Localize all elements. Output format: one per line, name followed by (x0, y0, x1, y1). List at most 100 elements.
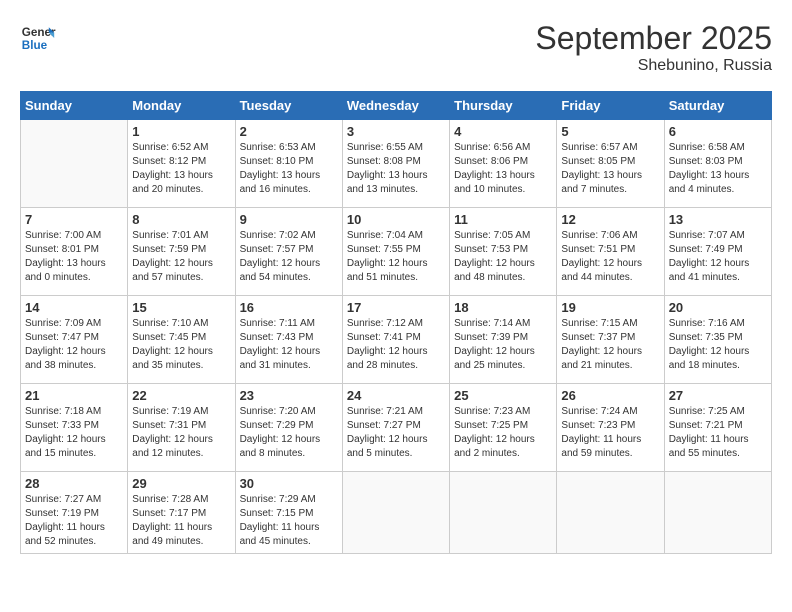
calendar-cell: 27 Sunrise: 7:25 AMSunset: 7:21 PMDayligh… (664, 384, 771, 472)
day-header-sunday: Sunday (21, 92, 128, 120)
cell-details: Sunrise: 7:16 AMSunset: 7:35 PMDaylight:… (669, 317, 767, 373)
cell-details: Sunrise: 7:19 AMSunset: 7:31 PMDaylight:… (132, 405, 230, 461)
day-number: 7 (25, 212, 123, 227)
svg-text:Blue: Blue (22, 39, 48, 52)
calendar-cell: 17Sunrise: 7:12 AMSunset: 7:41 PMDayligh… (342, 296, 449, 384)
day-number: 3 (347, 124, 445, 139)
calendar-cell: 16 Sunrise: 7:11 AMSunset: 7:43 PMDayligh… (235, 296, 342, 384)
cell-details: Sunrise: 6:53 AMSunset: 8:10 PMDaylight:… (240, 141, 338, 197)
day-number: 1 (132, 124, 230, 139)
calendar-week-row: 14 Sunrise: 7:09 AMSunset: 7:47 PMDayligh… (21, 296, 772, 384)
cell-details: Sunrise: 7:25 AMSunset: 7:21 PMDaylight:… (669, 405, 767, 461)
day-number: 22 (132, 388, 230, 403)
calendar-cell (664, 472, 771, 554)
cell-details: Sunrise: 7:14 AMSunset: 7:39 PMDaylight:… (454, 317, 552, 373)
cell-details: Sunrise: 7:20 AMSunset: 7:29 PMDaylight:… (240, 405, 338, 461)
day-number: 6 (669, 124, 767, 139)
calendar-cell: 14 Sunrise: 7:09 AMSunset: 7:47 PMDayligh… (21, 296, 128, 384)
day-number: 24 (347, 388, 445, 403)
day-header-friday: Friday (557, 92, 664, 120)
calendar-cell: 20 Sunrise: 7:16 AMSunset: 7:35 PMDayligh… (664, 296, 771, 384)
cell-details: Sunrise: 7:29 AMSunset: 7:15 PMDaylight:… (240, 493, 338, 549)
cell-details: Sunrise: 7:05 AMSunset: 7:53 PMDaylight:… (454, 229, 552, 285)
day-number: 28 (25, 476, 123, 491)
cell-details: Sunrise: 7:06 AMSunset: 7:51 PMDaylight:… (561, 229, 659, 285)
day-number: 9 (240, 212, 338, 227)
calendar-week-row: 7Sunrise: 7:00 AMSunset: 8:01 PMDaylight… (21, 208, 772, 296)
day-number: 20 (669, 300, 767, 315)
calendar-cell: 28 Sunrise: 7:27 AMSunset: 7:19 PMDayligh… (21, 472, 128, 554)
calendar-cell: 25Sunrise: 7:23 AMSunset: 7:25 PMDayligh… (450, 384, 557, 472)
page-header: General Blue September 2025 Shebunino, R… (20, 20, 772, 75)
calendar-cell: 24 Sunrise: 7:21 AMSunset: 7:27 PMDayligh… (342, 384, 449, 472)
cell-details: Sunrise: 7:11 AMSunset: 7:43 PMDaylight:… (240, 317, 338, 373)
day-number: 14 (25, 300, 123, 315)
cell-details: Sunrise: 7:07 AMSunset: 7:49 PMDaylight:… (669, 229, 767, 285)
day-number: 29 (132, 476, 230, 491)
calendar-week-row: 21Sunrise: 7:18 AMSunset: 7:33 PMDayligh… (21, 384, 772, 472)
cell-details: Sunrise: 7:12 AMSunset: 7:41 PMDaylight:… (347, 317, 445, 373)
cell-details: Sunrise: 7:09 AMSunset: 7:47 PMDaylight:… (25, 317, 123, 373)
day-number: 10 (347, 212, 445, 227)
day-number: 16 (240, 300, 338, 315)
day-header-wednesday: Wednesday (342, 92, 449, 120)
cell-details: Sunrise: 7:18 AMSunset: 7:33 PMDaylight:… (25, 405, 123, 461)
calendar-cell (342, 472, 449, 554)
cell-details: Sunrise: 7:10 AMSunset: 7:45 PMDaylight:… (132, 317, 230, 373)
cell-details: Sunrise: 6:52 AMSunset: 8:12 PMDaylight:… (132, 141, 230, 197)
location-subtitle: Shebunino, Russia (535, 57, 772, 75)
day-header-saturday: Saturday (664, 92, 771, 120)
logo-icon: General Blue (20, 20, 56, 56)
day-number: 2 (240, 124, 338, 139)
month-title: September 2025 (535, 20, 772, 57)
calendar-week-row: 1 Sunrise: 6:52 AMSunset: 8:12 PMDaylight… (21, 120, 772, 208)
cell-details: Sunrise: 7:01 AMSunset: 7:59 PMDaylight:… (132, 229, 230, 285)
day-number: 15 (132, 300, 230, 315)
cell-details: Sunrise: 6:55 AMSunset: 8:08 PMDaylight:… (347, 141, 445, 197)
cell-details: Sunrise: 6:56 AMSunset: 8:06 PMDaylight:… (454, 141, 552, 197)
title-block: September 2025 Shebunino, Russia (535, 20, 772, 75)
calendar-table: SundayMondayTuesdayWednesdayThursdayFrid… (20, 91, 772, 554)
day-number: 11 (454, 212, 552, 227)
calendar-cell: 3 Sunrise: 6:55 AMSunset: 8:08 PMDaylight… (342, 120, 449, 208)
calendar-cell: 10 Sunrise: 7:04 AMSunset: 7:55 PMDayligh… (342, 208, 449, 296)
calendar-cell: 18 Sunrise: 7:14 AMSunset: 7:39 PMDayligh… (450, 296, 557, 384)
calendar-cell: 15 Sunrise: 7:10 AMSunset: 7:45 PMDayligh… (128, 296, 235, 384)
cell-details: Sunrise: 6:57 AMSunset: 8:05 PMDaylight:… (561, 141, 659, 197)
day-number: 18 (454, 300, 552, 315)
cell-details: Sunrise: 7:24 AMSunset: 7:23 PMDaylight:… (561, 405, 659, 461)
cell-details: Sunrise: 7:02 AMSunset: 7:57 PMDaylight:… (240, 229, 338, 285)
calendar-cell: 6Sunrise: 6:58 AMSunset: 8:03 PMDaylight… (664, 120, 771, 208)
calendar-cell: 19Sunrise: 7:15 AMSunset: 7:37 PMDayligh… (557, 296, 664, 384)
day-number: 19 (561, 300, 659, 315)
calendar-cell (21, 120, 128, 208)
calendar-week-row: 28 Sunrise: 7:27 AMSunset: 7:19 PMDayligh… (21, 472, 772, 554)
calendar-cell (450, 472, 557, 554)
calendar-cell: 13Sunrise: 7:07 AMSunset: 7:49 PMDayligh… (664, 208, 771, 296)
calendar-cell: 29Sunrise: 7:28 AMSunset: 7:17 PMDayligh… (128, 472, 235, 554)
cell-details: Sunrise: 7:04 AMSunset: 7:55 PMDaylight:… (347, 229, 445, 285)
day-number: 4 (454, 124, 552, 139)
cell-details: Sunrise: 7:27 AMSunset: 7:19 PMDaylight:… (25, 493, 123, 549)
calendar-cell: 9 Sunrise: 7:02 AMSunset: 7:57 PMDaylight… (235, 208, 342, 296)
calendar-cell: 4 Sunrise: 6:56 AMSunset: 8:06 PMDaylight… (450, 120, 557, 208)
calendar-cell: 5 Sunrise: 6:57 AMSunset: 8:05 PMDaylight… (557, 120, 664, 208)
day-number: 25 (454, 388, 552, 403)
day-header-monday: Monday (128, 92, 235, 120)
calendar-cell: 23Sunrise: 7:20 AMSunset: 7:29 PMDayligh… (235, 384, 342, 472)
calendar-cell: 21Sunrise: 7:18 AMSunset: 7:33 PMDayligh… (21, 384, 128, 472)
day-header-tuesday: Tuesday (235, 92, 342, 120)
day-number: 5 (561, 124, 659, 139)
day-number: 30 (240, 476, 338, 491)
cell-details: Sunrise: 7:21 AMSunset: 7:27 PMDaylight:… (347, 405, 445, 461)
calendar-cell: 22 Sunrise: 7:19 AMSunset: 7:31 PMDayligh… (128, 384, 235, 472)
day-number: 27 (669, 388, 767, 403)
day-number: 12 (561, 212, 659, 227)
calendar-cell: 26Sunrise: 7:24 AMSunset: 7:23 PMDayligh… (557, 384, 664, 472)
calendar-cell: 12 Sunrise: 7:06 AMSunset: 7:51 PMDayligh… (557, 208, 664, 296)
logo: General Blue (20, 20, 56, 56)
calendar-cell (557, 472, 664, 554)
calendar-header-row: SundayMondayTuesdayWednesdayThursdayFrid… (21, 92, 772, 120)
calendar-cell: 7Sunrise: 7:00 AMSunset: 8:01 PMDaylight… (21, 208, 128, 296)
day-header-thursday: Thursday (450, 92, 557, 120)
